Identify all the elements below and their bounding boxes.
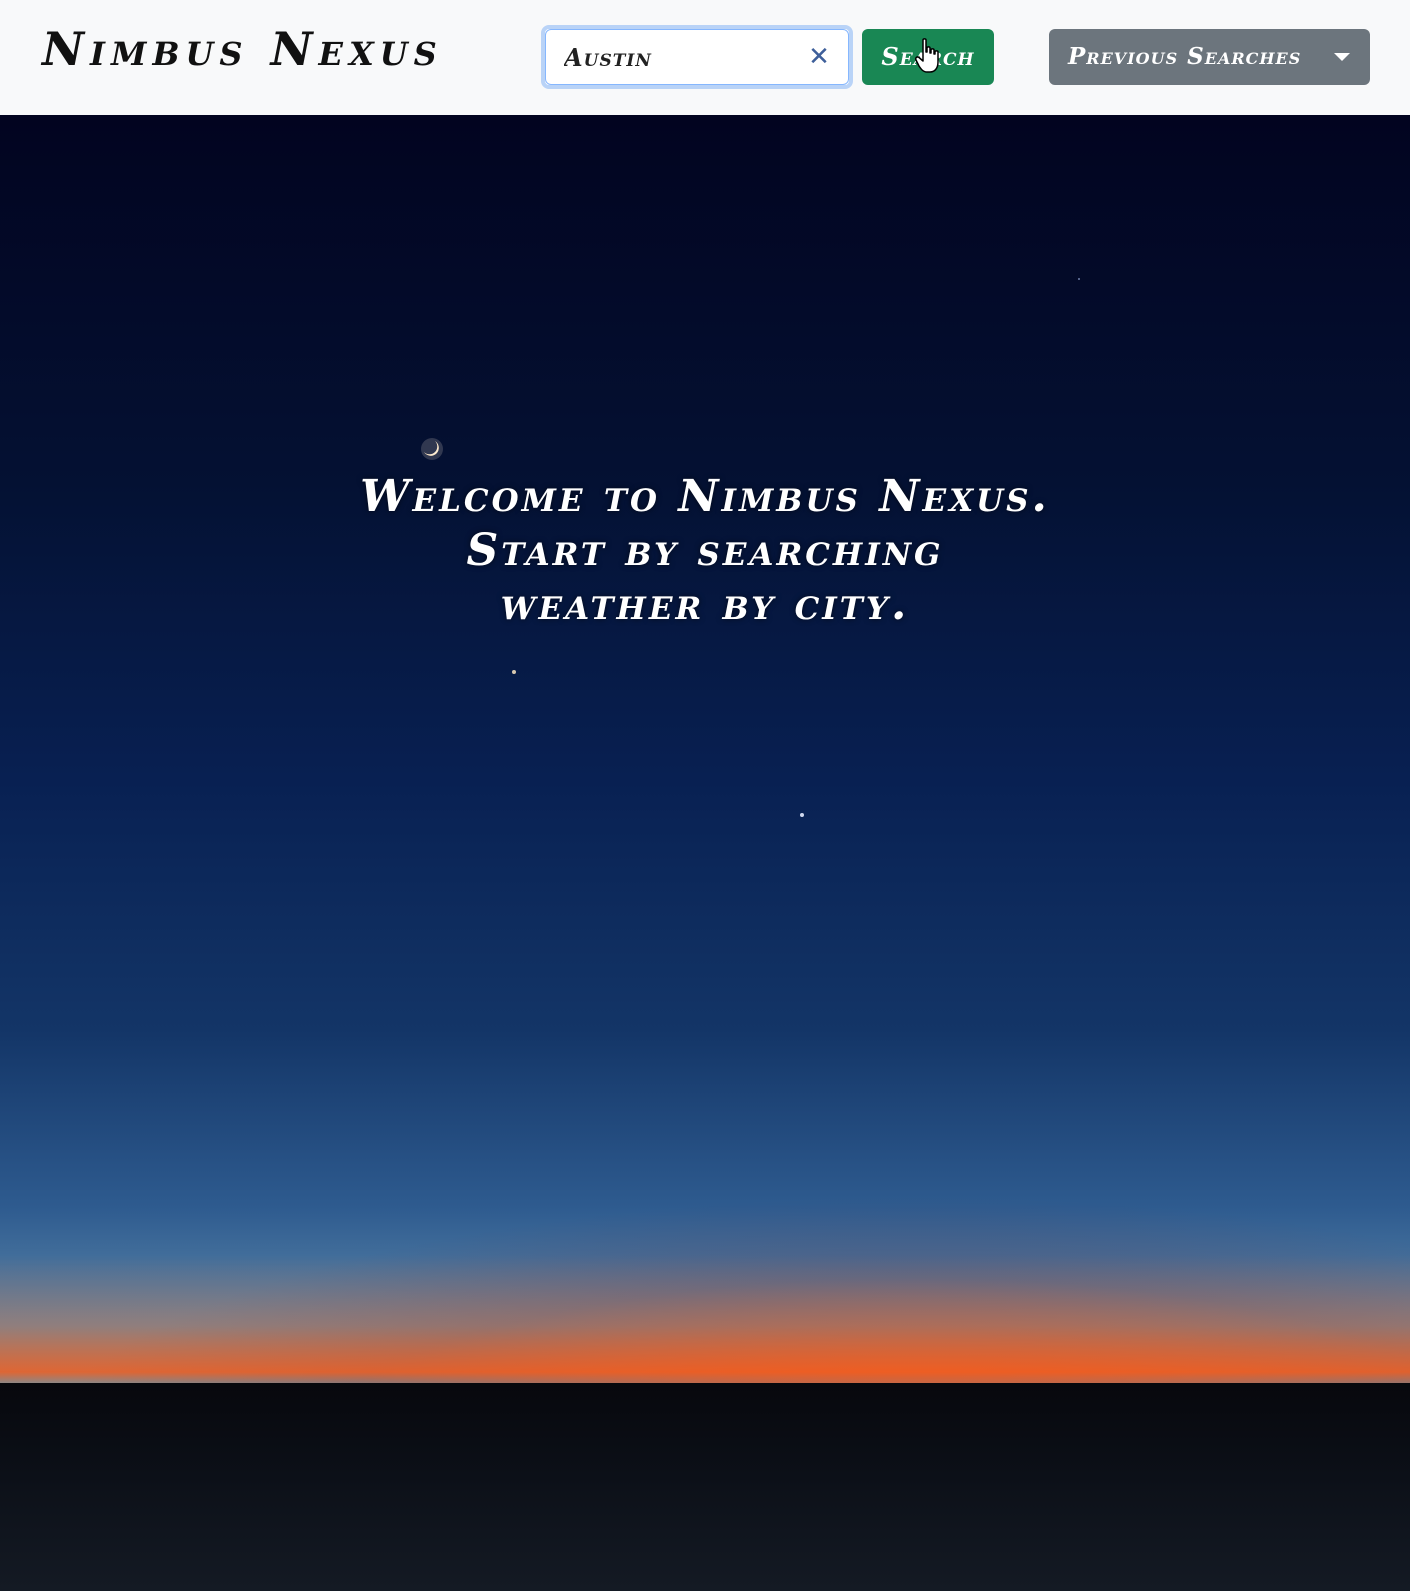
navbar: Nimbus Nexus ✕ Search Previous Searches xyxy=(0,0,1410,115)
search-box: ✕ xyxy=(541,25,853,89)
moon-icon xyxy=(421,438,443,460)
pointer-cursor-icon xyxy=(915,38,939,73)
sea xyxy=(0,1383,1410,1591)
horizon-glow xyxy=(0,1255,1410,1385)
previous-searches-label: Previous Searches xyxy=(1068,43,1302,70)
welcome-line: Welcome to Nimbus Nexus. xyxy=(360,471,1050,522)
welcome-line: weather by city. xyxy=(500,579,910,630)
welcome-message: Welcome to Nimbus Nexus. Start by search… xyxy=(305,470,1105,632)
star xyxy=(1078,278,1080,280)
caret-down-icon xyxy=(1334,53,1350,61)
welcome-line: Start by searching xyxy=(466,525,944,576)
star xyxy=(512,670,516,674)
hero-background: Welcome to Nimbus Nexus. Start by search… xyxy=(0,115,1410,1591)
brand-title[interactable]: Nimbus Nexus xyxy=(42,22,443,76)
star xyxy=(800,813,804,817)
previous-searches-dropdown[interactable]: Previous Searches xyxy=(1049,29,1370,85)
close-icon[interactable]: ✕ xyxy=(803,41,835,73)
